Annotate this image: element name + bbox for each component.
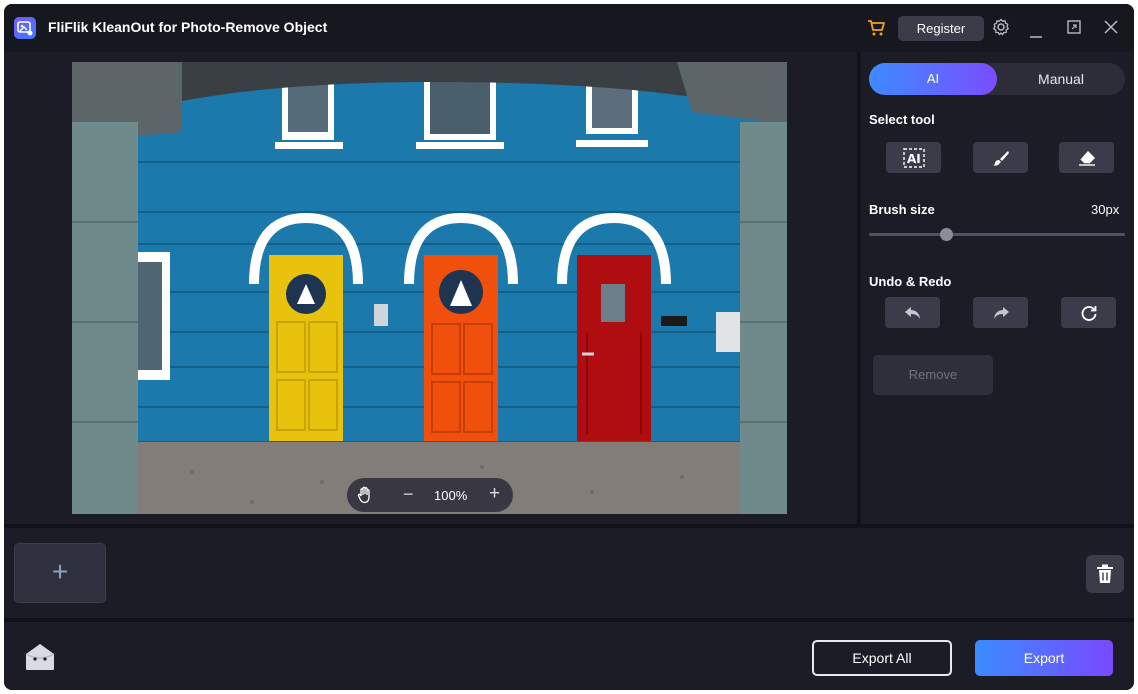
mode-toggle: AI Manual (869, 63, 1125, 95)
brush-size-slider-thumb[interactable] (940, 228, 953, 241)
eraser-tool-button[interactable] (1059, 142, 1114, 173)
tool-panel: AI Manual Select tool AI Brush size 30px (861, 52, 1134, 524)
delete-button[interactable] (1086, 555, 1124, 593)
hand-icon[interactable] (357, 486, 373, 509)
ai-select-tool-button[interactable]: AI (886, 142, 941, 173)
undo-icon (904, 306, 920, 319)
close-icon[interactable] (1104, 20, 1118, 39)
eraser-icon (1078, 150, 1095, 166)
ai-select-icon: AI (902, 147, 925, 168)
zoom-out-icon[interactable]: − (403, 484, 414, 505)
zoom-in-icon[interactable]: + (489, 483, 500, 505)
cart-icon[interactable] (867, 19, 885, 42)
reset-button[interactable] (1061, 297, 1116, 328)
redo-button[interactable] (973, 297, 1028, 328)
redo-icon (993, 306, 1009, 319)
footer: Export All Export (4, 622, 1134, 690)
add-image-button[interactable]: + (14, 543, 106, 603)
brush-size-value: 30px (1091, 202, 1120, 217)
brush-size-label: Brush size (869, 202, 935, 217)
settings-icon[interactable] (992, 18, 1010, 41)
canvas-area[interactable]: − 100% + (4, 52, 857, 524)
restore-icon[interactable] (1067, 20, 1081, 39)
undo-redo-label: Undo & Redo (869, 274, 952, 289)
brush-icon (992, 150, 1009, 166)
zoom-control: − 100% + (347, 478, 513, 512)
home-icon[interactable] (24, 642, 56, 677)
reset-icon (1081, 305, 1096, 321)
export-button[interactable]: Export (975, 640, 1113, 676)
thumbnail-strip: + (4, 528, 1134, 618)
mode-ai-tab[interactable]: AI (869, 63, 997, 95)
trash-icon (1097, 564, 1113, 583)
photo-preview[interactable] (72, 62, 787, 514)
app-title: FliFlik KleanOut for Photo-Remove Object (48, 19, 328, 35)
export-all-button[interactable]: Export All (812, 640, 952, 676)
remove-button[interactable]: Remove (873, 355, 993, 395)
register-button[interactable]: Register (898, 16, 984, 41)
title-bar: FliFlik KleanOut for Photo-Remove Object… (4, 4, 1134, 52)
app-logo-icon (14, 17, 36, 39)
mode-manual-tab[interactable]: Manual (997, 63, 1125, 95)
svg-text:AI: AI (907, 152, 921, 166)
brush-tool-button[interactable] (973, 142, 1028, 173)
app-window: FliFlik KleanOut for Photo-Remove Object… (4, 4, 1134, 690)
zoom-level: 100% (434, 488, 468, 503)
undo-button[interactable] (885, 297, 940, 328)
select-tool-label: Select tool (869, 112, 935, 127)
minimize-icon[interactable] (1029, 26, 1043, 44)
brush-size-slider[interactable] (869, 233, 1125, 236)
